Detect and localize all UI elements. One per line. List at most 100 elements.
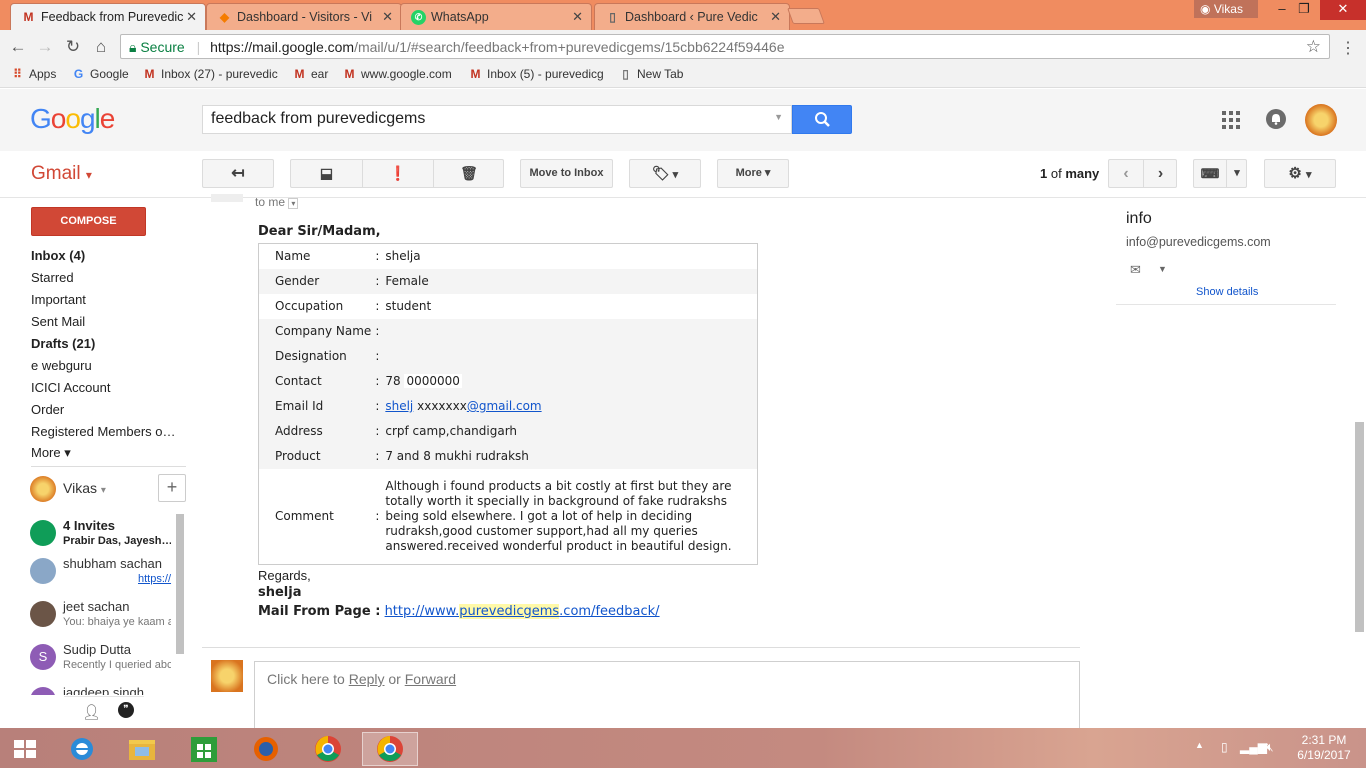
nav-icici-account[interactable]: ICICI Account [31, 380, 110, 395]
google-logo[interactable]: Google [30, 103, 115, 135]
bookmark-inbox-27[interactable]: M Inbox (27) - purevedic [142, 67, 278, 81]
mail-icon[interactable]: ✉ [1130, 262, 1141, 278]
person-icon[interactable]: 👤︎ [82, 703, 101, 721]
reply-link[interactable]: Reply [349, 671, 385, 687]
bookmark-ear[interactable]: Mear [292, 67, 329, 81]
close-icon[interactable]: ✕ [186, 9, 197, 25]
nav-registered-members[interactable]: Registered Members o… [31, 424, 176, 439]
nav-e-webguru[interactable]: e webguru [31, 358, 92, 373]
archive-button[interactable]: ⬓ [291, 160, 362, 187]
show-hidden-icons[interactable]: ▲ [1195, 740, 1204, 750]
older-button[interactable]: › [1143, 160, 1177, 187]
bookmark-new-tab[interactable]: ▯ New Tab [618, 67, 683, 81]
email-link[interactable]: shelj [385, 399, 413, 413]
close-icon[interactable]: ✕ [382, 9, 393, 25]
store-icon[interactable] [182, 732, 226, 766]
new-tab-button[interactable] [787, 8, 825, 24]
tab-gmail[interactable]: M Feedback from Purevedic ✕ [10, 3, 206, 30]
nav-more[interactable]: More ▾ [31, 445, 71, 461]
chat-user-status[interactable]: Vikas ▾ [30, 474, 175, 502]
firefox-icon[interactable] [244, 732, 288, 766]
back-arrow-icon[interactable]: ← [7, 36, 29, 58]
chat-jagdeep-singh[interactable]: jagdeep singh [30, 685, 175, 695]
volume-icon[interactable]: 🔇︎ [1266, 740, 1274, 755]
close-icon[interactable]: ✕ [572, 9, 583, 25]
search-input[interactable]: feedback from purevedicgems ▼ [202, 105, 792, 134]
url-path: /mail/u/1/#search/feedback+from+purevedi… [354, 39, 785, 55]
chat-name: Sudip Dutta [63, 642, 131, 657]
labels-button[interactable]: 🏷︎ ▾ [629, 159, 701, 188]
input-tools-button[interactable]: ⌨ ▾ [1193, 159, 1247, 188]
tab-dashboard-pure-vedic[interactable]: ▯ Dashboard ‹ Pure Vedic ✕ [594, 3, 790, 30]
bookmark-google-com[interactable]: Mwww.google.com [342, 67, 452, 81]
clock[interactable]: 2:31 PM 6/19/2017 [1296, 733, 1352, 763]
chat-scrollbar[interactable] [176, 514, 184, 654]
bookmark-apps[interactable]: ⠿ Apps [10, 67, 56, 81]
bookmark-star-icon[interactable]: ☆ [1306, 37, 1321, 57]
chevron-down-icon[interactable]: ▾ [1226, 160, 1247, 187]
more-button[interactable]: More ▾ [717, 159, 789, 188]
network-icon[interactable]: ▂▄▆ [1240, 740, 1267, 754]
chat-shubham-sachan[interactable]: shubham sachan https:// [30, 556, 175, 598]
nav-important[interactable]: Important [31, 292, 86, 307]
google-apps-icon[interactable] [1222, 111, 1240, 129]
gear-icon: ⚙ [1288, 165, 1302, 182]
contact-panel: info info@purevedicgems.com ✉ ▼ Show det… [1116, 198, 1336, 318]
bookmark-google[interactable]: G Google [71, 67, 129, 81]
nav-inbox[interactable]: Inbox (4) [31, 248, 85, 263]
window-close-button[interactable]: ✕ [1320, 0, 1366, 20]
profile-chip[interactable]: ◉ Vikas [1194, 0, 1258, 18]
browser-menu-icon[interactable]: ⋮ [1340, 38, 1356, 58]
chevron-down-icon[interactable]: ▼ [1158, 264, 1167, 274]
tab-dashboard-visitors[interactable]: ◆ Dashboard - Visitors - Vi ✕ [206, 3, 402, 30]
bookmark-inbox-5[interactable]: M Inbox (5) - purevedicg [468, 67, 604, 81]
chrome-active-icon[interactable] [362, 732, 418, 766]
field-label: Name [275, 249, 311, 264]
account-avatar[interactable] [1305, 104, 1337, 136]
chat-sudip-dutta[interactable]: S Sudip Dutta Recently I queried abc [30, 642, 175, 684]
address-bar[interactable]: 🔒︎ Secure | https://mail.google.com/mail… [120, 34, 1330, 59]
newer-button[interactable]: ‹ [1109, 160, 1143, 187]
keyboard-icon: ⌨ [1200, 166, 1220, 181]
delete-button[interactable]: 🗑︎ [433, 160, 504, 187]
notifications-bell-icon[interactable] [1266, 109, 1286, 129]
chrome-icon[interactable] [306, 732, 350, 766]
feedback-page-link[interactable]: http://www.purevedicgems.com/feedback/ [385, 604, 660, 619]
nav-drafts[interactable]: Drafts (21) [31, 336, 95, 351]
field-label: Comment [275, 509, 334, 524]
chat-sub[interactable]: https:// [138, 573, 172, 585]
nav-starred[interactable]: Starred [31, 270, 74, 285]
forward-link[interactable]: Forward [405, 671, 456, 687]
tab-whatsapp[interactable]: ✆ WhatsApp ✕ [400, 3, 592, 30]
chat-jeet-sachan[interactable]: jeet sachan You: bhaiya ye kaam a [30, 599, 175, 641]
close-icon[interactable]: ✕ [770, 9, 781, 25]
maximize-button[interactable]: ❐ [1286, 0, 1322, 20]
start-button[interactable] [3, 732, 47, 766]
battery-icon[interactable]: ▯ [1221, 740, 1228, 754]
hangouts-icon[interactable]: ❞ [118, 702, 134, 718]
search-button[interactable] [792, 105, 852, 134]
compose-button[interactable]: COMPOSE [31, 207, 146, 236]
page-scrollbar[interactable] [1355, 422, 1364, 632]
email-domain-link[interactable]: @gmail.com [467, 399, 542, 413]
report-spam-button[interactable]: ❗ [362, 160, 433, 187]
file-explorer-icon[interactable] [120, 732, 164, 766]
recipient-line[interactable]: to me ▾ [255, 195, 299, 209]
back-to-results-button[interactable]: ↤ [202, 159, 274, 188]
chevron-down-icon[interactable]: ▾ [288, 198, 299, 209]
move-to-inbox-button[interactable]: Move to Inbox [520, 159, 613, 188]
internet-explorer-icon[interactable] [60, 732, 104, 766]
settings-button[interactable]: ⚙ ▾ [1264, 159, 1336, 188]
home-icon[interactable]: ⌂ [90, 36, 112, 58]
search-options-icon[interactable]: ▼ [774, 112, 783, 122]
gmail-menu[interactable]: Gmail ▾ [31, 163, 92, 185]
nav-sent-mail[interactable]: Sent Mail [31, 314, 85, 329]
nav-order[interactable]: Order [31, 402, 64, 417]
reply-box[interactable]: Click here to Reply or Forward [254, 661, 1080, 731]
start-chat-button[interactable]: + [158, 474, 186, 502]
chat-invites[interactable]: 4 Invites Prabir Das, Jayesh… [30, 518, 175, 560]
contact-mask: 0000000 [404, 374, 462, 388]
forward-arrow-icon[interactable]: → [34, 36, 56, 58]
show-details-link[interactable]: Show details [1196, 286, 1258, 298]
reload-icon[interactable]: ↻ [62, 36, 84, 58]
